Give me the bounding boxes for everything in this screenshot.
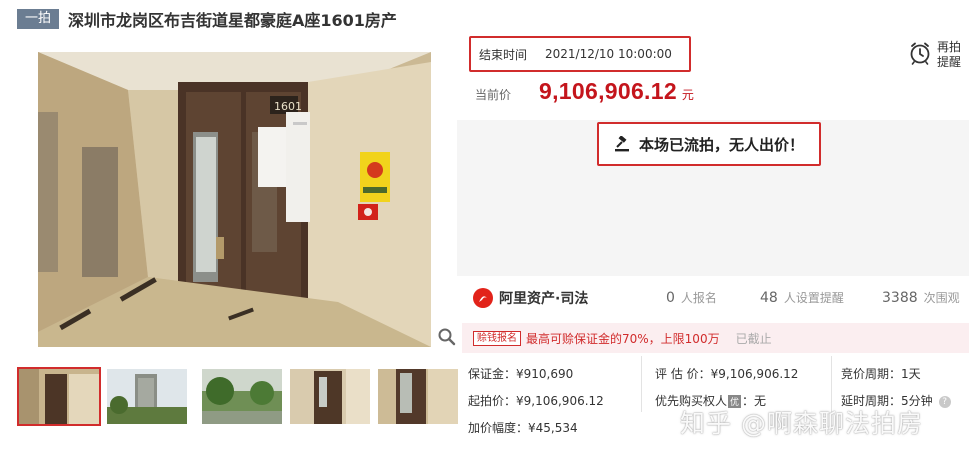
stat-views-label: 次围观 <box>923 291 960 305</box>
current-price-value: 9,106,906.12 <box>539 78 677 104</box>
loan-signup-bar: 赊钱报名 最高可赊保证金的70%，上限100万 已截止 <box>462 323 969 353</box>
gavel-icon <box>614 136 629 152</box>
deposit: 保证金：¥910,690 <box>468 367 574 381</box>
loan-signup-tag[interactable]: 赊钱报名 <box>473 330 521 346</box>
thumbnail-1[interactable] <box>17 367 101 426</box>
alarm-clock-icon <box>909 41 931 69</box>
remind-label-1: 再拍 <box>936 40 961 54</box>
auction-status-box: 本场已流拍，无人出价！ <box>597 122 821 166</box>
round-badge: 一拍 <box>17 9 60 29</box>
thumbnail-3[interactable] <box>202 369 282 424</box>
hallway-photo: 1601 <box>38 52 431 347</box>
title-row: 一拍 深圳市龙岗区布吉街道星都豪庭A座1601房产 <box>17 8 397 30</box>
main-photo[interactable]: 1601 <box>38 52 431 347</box>
loan-signup-status: 已截止 <box>735 331 772 346</box>
auction-page: 一拍 深圳市龙岗区布吉街道星都豪庭A座1601房产 1601 结束时间 2021… <box>0 0 969 460</box>
remind-label-2: 提醒 <box>936 55 961 69</box>
svg-text:1601: 1601 <box>274 100 302 113</box>
auction-status-text: 本场已流拍，无人出价！ <box>638 135 804 154</box>
stat-reminders-label: 人设置提醒 <box>783 291 844 305</box>
divider <box>641 356 642 412</box>
bid-cycle: 竞价周期：1天 <box>841 367 921 381</box>
stat-reminders: 48 人设置提醒 <box>760 289 844 306</box>
status-area: 本场已流拍，无人出价！ <box>457 120 969 276</box>
loan-signup-text: 最高可赊保证金的70%，上限100万 <box>526 331 720 346</box>
thumbnail-5[interactable] <box>378 369 458 424</box>
stat-signups-label: 人报名 <box>680 291 717 305</box>
alibaba-logo-icon <box>473 288 493 308</box>
stat-reminders-count: 48 <box>760 290 778 306</box>
zoom-icon[interactable] <box>437 327 457 347</box>
current-price-row: 当前价 9,106,906.12 元 <box>475 78 694 105</box>
help-icon[interactable]: ? <box>938 395 951 408</box>
end-time-value: 2021/12/10 10:00:00 <box>545 47 672 61</box>
brand-name: 阿里资产·司法 <box>499 291 589 307</box>
auction-panel: 结束时间 2021/12/10 10:00:00 再拍 提醒 当前价 9,106… <box>457 0 969 460</box>
stat-views: 3388 次围观 <box>882 289 960 306</box>
brand-row: 阿里资产·司法 0 人报名 48 人设置提醒 3388 次围观 <box>457 276 969 320</box>
thumbnail-2[interactable] <box>107 369 187 424</box>
stat-signups-count: 0 <box>666 290 675 306</box>
stat-views-count: 3388 <box>882 290 918 306</box>
stat-signups: 0 人报名 <box>666 289 717 306</box>
end-time-box: 结束时间 2021/12/10 10:00:00 <box>469 36 691 72</box>
price-unit: 元 <box>681 88 694 102</box>
reauction-remind-button[interactable]: 再拍 提醒 <box>909 40 961 70</box>
page-title: 深圳市龙岗区布吉街道星都豪庭A座1601房产 <box>68 11 397 30</box>
appraisal-price: 评 估 价：¥9,106,906.12 <box>655 367 799 381</box>
start-price: 起拍价：¥9,106,906.12 <box>468 394 604 408</box>
thumbnail-4[interactable] <box>290 369 370 424</box>
end-time-label: 结束时间 <box>479 47 528 62</box>
watermark: 知乎 @啊森聊法拍房 <box>680 409 923 438</box>
bid-increment: 加价幅度：¥45,534 <box>468 421 578 435</box>
brand[interactable]: 阿里资产·司法 <box>473 288 588 308</box>
current-price-label: 当前价 <box>475 88 512 102</box>
